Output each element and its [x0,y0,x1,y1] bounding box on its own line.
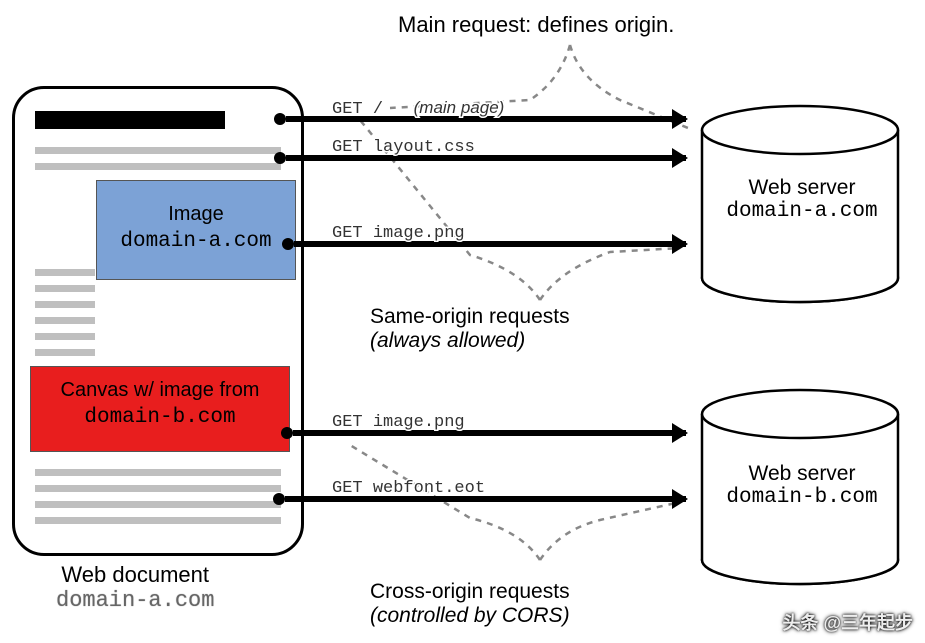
req-method: GET [332,100,363,119]
doc-text-line [35,501,281,508]
server-a-line2: domain-a.com [712,200,892,223]
origin-dot [274,152,286,164]
origin-dot [282,238,294,250]
req-path: image.png [373,413,465,432]
image-box: Image domain-a.com [96,180,296,280]
doc-text-line [35,301,95,308]
same-origin-line1: Same-origin requests [370,305,570,329]
doc-text-line [35,485,281,492]
web-document [12,86,304,556]
cross-origin-line2: (controlled by CORS) [370,604,570,627]
doc-text-line [35,333,95,340]
request-label-image-b: GET image.png [332,413,465,432]
server-b-caption: Web server domain-b.com [712,462,892,509]
image-box-label: Image [97,201,295,228]
doc-text-line [35,163,281,170]
canvas-box-label: Canvas w/ image from [31,377,289,404]
canvas-box-domain: domain-b.com [31,404,289,432]
origin-dot [281,427,293,439]
request-label-css: GET layout.css [332,138,475,157]
request-label-font: GET webfont.eot [332,479,485,498]
req-note: (main page) [414,98,505,117]
doc-caption-line1: Web document [56,562,214,588]
req-method: GET [332,138,363,157]
req-method: GET [332,413,363,432]
origin-dot [274,113,286,125]
server-b-line1: Web server [712,462,892,486]
doc-caption-line2: domain-a.com [56,588,214,613]
diagram-title: Main request: defines origin. [398,12,674,38]
req-method: GET [332,224,363,243]
doc-text-line [35,469,281,476]
canvas-box: Canvas w/ image from domain-b.com [30,366,290,452]
doc-text-line [35,285,95,292]
cross-origin-label: Cross-origin requests (controlled by COR… [370,580,570,628]
req-path: image.png [373,224,465,243]
req-method: GET [332,479,363,498]
server-a-caption: Web server domain-a.com [712,176,892,223]
image-box-domain: domain-a.com [97,228,295,256]
doc-text-line [35,269,95,276]
cross-origin-line1: Cross-origin requests [370,580,570,604]
watermark: 头条 @三年起步 [782,609,913,635]
req-path: layout.css [373,138,475,157]
request-label-main: GET / (main page) [332,98,504,119]
req-path: webfont.eot [373,479,485,498]
request-label-image-a: GET image.png [332,224,465,243]
same-origin-label: Same-origin requests (always allowed) [370,305,570,353]
doc-text-line [35,317,95,324]
server-b-line2: domain-b.com [712,486,892,509]
doc-text-line [35,147,281,154]
origin-dot [273,493,285,505]
doc-text-line [35,349,95,356]
web-document-caption: Web document domain-a.com [56,562,214,613]
server-a-line1: Web server [712,176,892,200]
same-origin-line2: (always allowed) [370,329,525,352]
req-path: / [373,100,383,119]
doc-text-line [35,517,281,524]
doc-header-bar [35,111,225,129]
